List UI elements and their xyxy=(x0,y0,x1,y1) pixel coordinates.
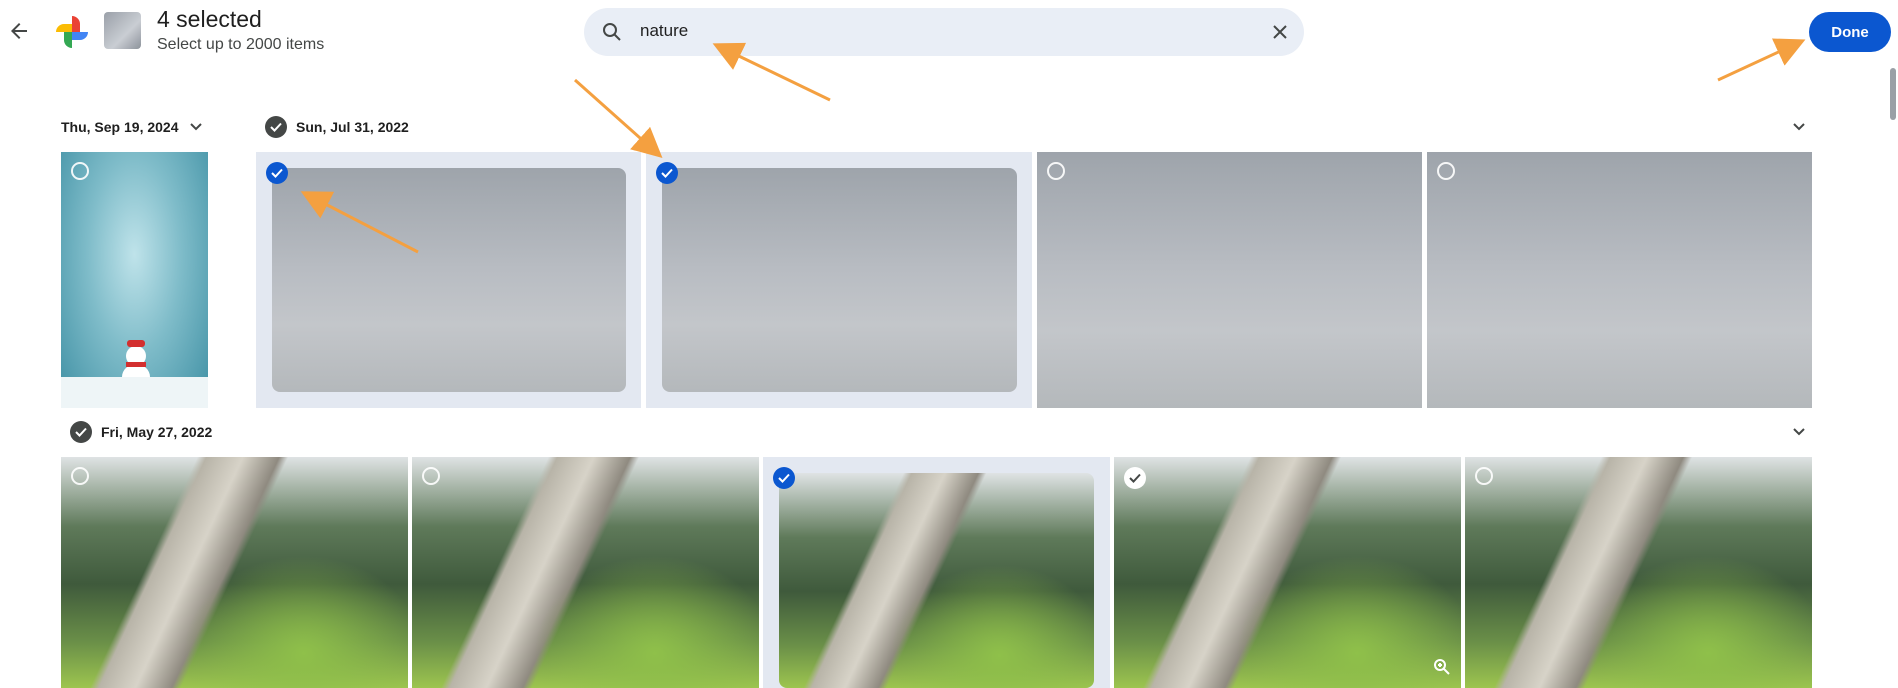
google-photos-logo xyxy=(52,12,92,52)
photo-birds-1 xyxy=(272,168,626,392)
done-button[interactable]: Done xyxy=(1809,12,1891,52)
search-bar[interactable]: nature xyxy=(584,8,1304,56)
unselected-circle[interactable] xyxy=(1475,467,1493,485)
search-icon xyxy=(603,23,621,41)
section-select-all-may-27-2022[interactable] xyxy=(70,421,92,443)
check-icon xyxy=(778,473,790,483)
unselected-circle[interactable] xyxy=(1437,162,1455,180)
photo-tile-birds-3[interactable] xyxy=(1037,152,1422,408)
photo-birds-2 xyxy=(662,168,1017,392)
check-icon xyxy=(661,168,673,178)
photo-tile-chipmunk-5[interactable] xyxy=(1465,457,1812,688)
check-icon xyxy=(271,168,283,178)
section-select-all-jul-31-2022[interactable] xyxy=(265,116,287,138)
arrow-to-done xyxy=(1717,38,1806,82)
selection-limit-subtitle: Select up to 2000 items xyxy=(157,36,325,53)
chevron-down-icon[interactable] xyxy=(1789,422,1809,442)
chevron-down-icon[interactable] xyxy=(1789,117,1809,137)
photo-tile-chipmunk-1[interactable] xyxy=(61,457,408,688)
zoom-in-icon[interactable] xyxy=(1432,657,1452,677)
photo-chipmunk-3 xyxy=(779,473,1094,688)
date-label-sep-19-2024: Thu, Sep 19, 2024 xyxy=(61,119,179,135)
close-icon[interactable] xyxy=(1268,20,1292,44)
photo-tile-chipmunk-2[interactable] xyxy=(412,457,759,688)
selected-check[interactable] xyxy=(656,162,678,184)
photo-tile-chipmunk-3[interactable] xyxy=(763,457,1110,688)
chevron-down-icon[interactable] xyxy=(186,117,206,137)
photo-tile-birds-1[interactable] xyxy=(256,152,641,408)
photo-tile-snowman[interactable] xyxy=(61,152,208,408)
check-icon xyxy=(1129,473,1141,483)
unselected-circle[interactable] xyxy=(422,467,440,485)
search-input[interactable]: nature xyxy=(640,21,688,41)
check-icon xyxy=(75,427,87,437)
unselected-circle[interactable] xyxy=(71,467,89,485)
back-button[interactable] xyxy=(2,14,36,48)
selection-count-title: 4 selected xyxy=(157,6,262,32)
photo-tile-birds-4[interactable] xyxy=(1427,152,1812,408)
unselected-circle[interactable] xyxy=(1047,162,1065,180)
date-label-may-27-2022: Fri, May 27, 2022 xyxy=(101,424,213,440)
photo-tile-chipmunk-4[interactable] xyxy=(1114,457,1461,688)
date-label-jul-31-2022: Sun, Jul 31, 2022 xyxy=(296,119,409,135)
snow-ground xyxy=(61,377,208,408)
unselected-circle[interactable] xyxy=(71,162,89,180)
check-icon xyxy=(270,122,282,132)
selected-check[interactable] xyxy=(773,467,795,489)
arrow-to-second-check xyxy=(574,78,663,158)
photo-tile-birds-2[interactable] xyxy=(646,152,1032,408)
back-arrow-icon xyxy=(11,23,27,39)
page-scrollbar[interactable] xyxy=(1890,68,1896,120)
hover-check[interactable] xyxy=(1124,467,1146,489)
selected-check[interactable] xyxy=(266,162,288,184)
selection-preview-thumbnail xyxy=(104,12,141,49)
